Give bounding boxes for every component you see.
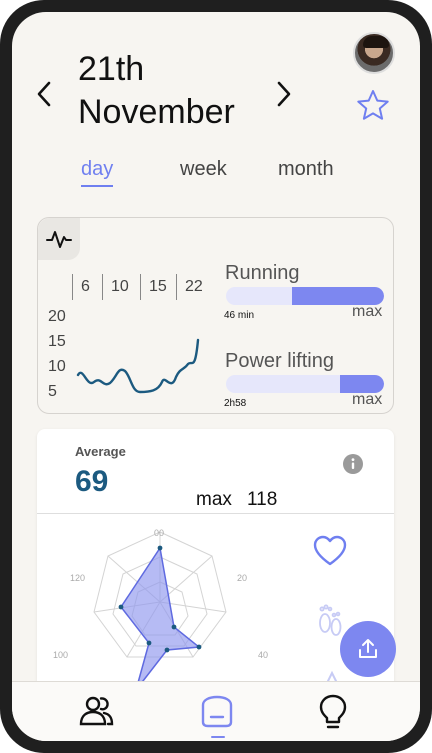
date-title: 21th November [78, 48, 278, 134]
previous-date-button[interactable] [32, 80, 56, 108]
average-label: Average [75, 444, 126, 459]
period-tabs: day week month [12, 158, 420, 198]
radar-label: 00 [154, 528, 164, 538]
value-tick: 5 [48, 383, 57, 400]
chevron-left-icon [37, 81, 51, 107]
radar-label: 20 [237, 573, 247, 583]
share-upload-icon [359, 639, 377, 658]
value-tick: 20 [48, 308, 66, 325]
power-lifting-label: Power lifting [225, 350, 334, 372]
value-tick: 15 [48, 333, 66, 350]
average-value: 69 [75, 465, 109, 498]
pulse-badge [38, 218, 80, 260]
user-avatar[interactable] [353, 32, 395, 74]
hour-label: 10 [102, 274, 135, 300]
lightbulb-icon[interactable] [313, 692, 353, 732]
activity-wave-line [76, 338, 200, 394]
max-value: 118 [247, 489, 278, 510]
heart-icon[interactable] [312, 533, 348, 569]
date-month: November [78, 93, 235, 131]
people-icon[interactable] [77, 692, 117, 732]
star-icon[interactable] [355, 88, 391, 124]
pulse-icon [46, 231, 72, 248]
power-lifting-max-label: max [352, 391, 383, 408]
radar-label: 100 [53, 650, 68, 660]
footprints-icon[interactable] [315, 599, 345, 639]
running-duration: 46 min [224, 310, 255, 321]
tab-week[interactable]: week [180, 158, 227, 181]
activity-card: 6 10 15 22 20 15 10 5 Running 46 min max… [37, 217, 394, 414]
hour-label: 15 [140, 274, 173, 300]
next-date-button[interactable] [272, 80, 296, 108]
running-label: Running [225, 262, 300, 284]
max-label: max [196, 489, 232, 510]
tab-month[interactable]: month [278, 158, 334, 181]
value-tick: 10 [48, 358, 66, 375]
radar-label: 40 [258, 650, 268, 660]
chevron-right-icon [277, 81, 291, 107]
app-screen: 21th November day week month 6 10 15 22 … [12, 12, 420, 741]
date-day: 21th [78, 50, 145, 88]
active-tab-indicator [211, 736, 225, 738]
tab-day[interactable]: day [81, 158, 114, 187]
power-lifting-duration: 2h58 [224, 398, 247, 409]
home-icon[interactable] [197, 692, 237, 732]
share-button[interactable] [340, 621, 396, 677]
phone-frame: 21th November day week month 6 10 15 22 … [0, 0, 432, 753]
running-max-label: max [352, 303, 383, 320]
hour-label: 6 [72, 274, 96, 300]
hour-label: 22 [176, 274, 209, 300]
bottom-navigation [12, 681, 420, 741]
radar-label: 120 [70, 573, 85, 583]
info-icon[interactable] [343, 454, 363, 474]
